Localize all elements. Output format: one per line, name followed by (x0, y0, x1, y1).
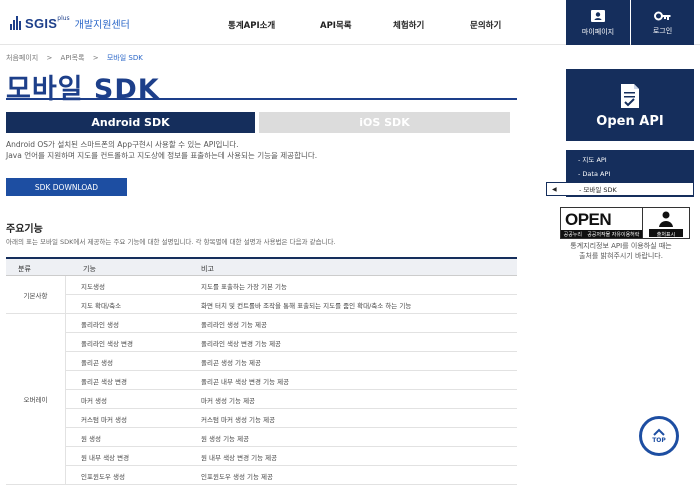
row-note: 커스텀 마커 생성 기능 제공 (201, 416, 276, 424)
logo-bars-icon (10, 16, 22, 30)
sdk-download-button[interactable]: SDK DOWNLOAD (6, 178, 127, 196)
breadcrumb: 처음페이지 > API목록 > 모바일 SDK (6, 53, 149, 63)
key-icon (653, 11, 670, 20)
row-note: 폴리라인 색상 변경 기능 제공 (201, 340, 282, 348)
row-note: 원 생성 기능 제공 (201, 435, 250, 443)
header-note: 비고 (201, 265, 214, 273)
row-feature: 폴리곤 색상 변경 (81, 378, 127, 386)
row-note: 인포윈도우 생성 기능 제공 (201, 473, 273, 481)
row-note: 폴리곤 생성 기능 제공 (201, 359, 262, 367)
ogl-sub-right: 공공저작물 자유이용허락 (587, 231, 640, 238)
table-row: 폴리곤 색상 변경 폴리곤 내부 색상 변경 기능 제공 (66, 371, 517, 390)
scroll-top-button[interactable]: TOP (639, 416, 679, 456)
ogl-badge-text: 출처표시 (656, 232, 676, 238)
header-category: 분류 (18, 265, 31, 273)
table-row: 지도 확대/축소 화면 터치 및 컨트롤바 조작을 통해 표출되는 지도를 줌인… (66, 295, 517, 314)
table-row: 폴리라인 색상 변경 폴리라인 색상 변경 기능 제공 (66, 333, 517, 352)
mypage-button[interactable]: 마이페이지 (566, 0, 630, 45)
features-table-header: 분류 기능 비고 (6, 257, 517, 276)
header-feature: 기능 (83, 265, 96, 273)
row-feature: 원 생성 (81, 435, 102, 443)
top-label: TOP (652, 437, 666, 444)
breadcrumb-current: 모바일 SDK (106, 54, 143, 62)
site-logo[interactable]: SGIS plus 개발지원센터 (10, 12, 130, 34)
login-button[interactable]: 로그인 (631, 0, 694, 45)
logo-plus: plus (57, 14, 70, 22)
title-divider (6, 98, 517, 100)
breadcrumb-api-list[interactable]: API목록 (61, 54, 85, 62)
document-check-icon (621, 84, 639, 108)
table-row: 인포윈도우 생성 인포윈도우 생성 기능 제공 (66, 466, 517, 485)
row-feature: 지도생성 (81, 283, 105, 291)
features-description: 아래의 표는 모바일 SDK에서 제공하는 주요 기능에 대한 설명입니다. 각… (6, 238, 336, 246)
ogl-attribution: 출처표시 (643, 208, 689, 238)
tab-android-sdk[interactable]: Android SDK (6, 112, 255, 133)
features-title: 주요기능 (6, 224, 43, 235)
site-header: SGIS plus 개발지원센터 통계API소개 API목록 체험하기 문의하기… (0, 0, 700, 45)
breadcrumb-sep: > (92, 54, 99, 62)
row-note: 마커 생성 기능 제공 (201, 397, 256, 405)
breadcrumb-home[interactable]: 처음페이지 (6, 54, 38, 62)
intro-line-2: Java 언어를 지원하며 지도를 컨트롤하고 지도상에 정보를 표출하는데 사… (6, 151, 318, 160)
breadcrumb-sep: > (46, 54, 53, 62)
ogl-license-badge: OPEN 공공누리 공공저작물 자유이용허락 출처표시 (560, 207, 690, 239)
table-row: 마커 생성 마커 생성 기능 제공 (66, 390, 517, 409)
table-row: 원 생성 원 생성 기능 제공 (66, 428, 517, 447)
tab-ios-sdk[interactable]: iOS SDK (259, 112, 510, 133)
logo-text: SGIS (25, 15, 58, 31)
open-api-title: Open API (596, 114, 664, 129)
sidebar-item-data-api[interactable]: - Data API (566, 167, 694, 181)
sidebar-item-map-api[interactable]: - 지도 API (566, 152, 694, 166)
ogl-open-text: OPEN (565, 210, 612, 229)
page-title: 모바일 SDK (6, 74, 160, 105)
row-feature: 폴리곤 생성 (81, 359, 113, 367)
table-row: 폴리곤 생성 폴리곤 생성 기능 제공 (66, 352, 517, 371)
table-row: 폴리라인 생성 폴리라인 생성 기능 제공 (66, 314, 517, 333)
sidebar-item-label: - 모바일 SDK (579, 186, 617, 194)
sidebar-item-mobile-sdk[interactable]: ◀ - 모바일 SDK (546, 182, 694, 196)
id-card-icon (591, 9, 605, 22)
row-feature: 커스텀 마커 생성 (81, 416, 127, 424)
logo-subtitle: 개발지원센터 (74, 19, 130, 31)
row-feature: 마커 생성 (81, 397, 107, 405)
row-note: 폴리곤 내부 색상 변경 기능 제공 (201, 378, 290, 386)
nav-api-list[interactable]: API목록 (320, 19, 352, 31)
row-note: 원 내부 색상 변경 기능 제공 (201, 454, 278, 462)
row-note: 지도를 표출하는 가장 기본 기능 (201, 283, 288, 291)
ogl-note-line-1: 통계지리정보 API를 이용하실 때는 (570, 242, 672, 250)
row-note: 화면 터치 및 컨트롤바 조작을 통해 표출되는 지도를 줌인 확대/축소 하는… (201, 302, 412, 310)
open-api-banner[interactable]: Open API (566, 69, 694, 141)
row-feature: 폴리라인 색상 변경 (81, 340, 133, 348)
arrow-up-icon (653, 428, 665, 436)
intro-line-1: Android OS가 설치된 스마트폰의 App구현시 사용할 수 있는 AP… (6, 140, 239, 149)
row-feature: 지도 확대/축소 (81, 302, 122, 310)
row-feature: 폴리라인 생성 (81, 321, 119, 329)
nav-api-intro[interactable]: 통계API소개 (228, 19, 275, 31)
nav-try[interactable]: 체험하기 (393, 19, 424, 31)
row-note: 폴리라인 생성 기능 제공 (201, 321, 267, 329)
group-overlay: 오버레이 (6, 314, 66, 485)
login-label: 로그인 (652, 26, 673, 35)
table-row: 지도생성 지도를 표출하는 가장 기본 기능 (66, 276, 517, 295)
mypage-label: 마이페이지 (581, 27, 615, 36)
row-feature: 인포윈도우 생성 (81, 473, 125, 481)
nav-inquiry[interactable]: 문의하기 (470, 19, 501, 31)
table-row: 커스텀 마커 생성 커스텀 마커 생성 기능 제공 (66, 409, 517, 428)
ogl-note-line-2: 출처를 밝혀주시기 바랍니다. (579, 252, 663, 260)
ogl-sub-left: 공공누리 (563, 231, 582, 238)
table-row: 원 내부 색상 변경 원 내부 색상 변경 기능 제공 (66, 447, 517, 466)
row-feature: 원 내부 색상 변경 (81, 454, 130, 462)
caret-left-icon: ◀ (552, 185, 557, 193)
group-basic: 기본사항 (6, 276, 66, 314)
